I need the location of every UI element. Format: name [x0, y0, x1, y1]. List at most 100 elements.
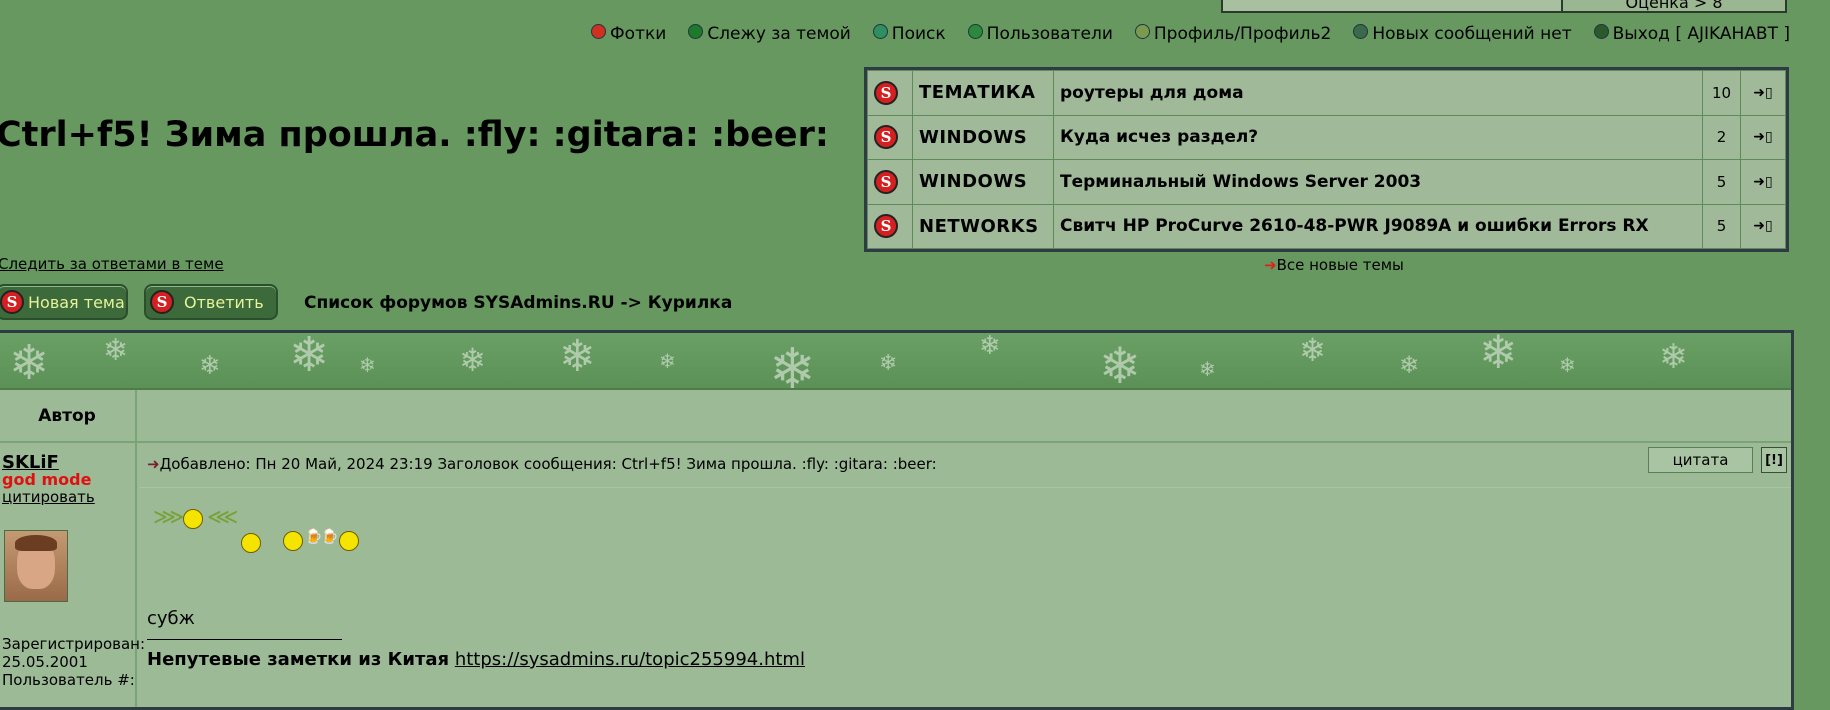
logo-s-icon: S	[874, 214, 898, 239]
snowflake-icon: ❄	[1479, 333, 1518, 379]
top-input-box[interactable]	[1221, 0, 1565, 13]
snowflake-icon: ❄	[1299, 333, 1326, 369]
recent-topics-box: S ТЕМАТИКА роутеры для дома 10 ➜▯ S WIND…	[864, 67, 1789, 252]
nav-users[interactable]: Пользователи	[967, 23, 1113, 44]
watch-topic-link[interactable]: Следить за ответами в теме	[0, 255, 224, 273]
topic-count: 5	[1702, 159, 1741, 205]
topic-category[interactable]: WINDOWS	[912, 159, 1054, 205]
post-panel: ❄ ❄ ❄ ❄ ❄ ❄ ❄ ❄ ❄ ❄ ❄ ❄ ❄ ❄ ❄ ❄ ❄ ❄ Авто…	[0, 330, 1794, 710]
snowflake-icon: ❄	[199, 351, 221, 381]
beer-icon: 🍺	[305, 529, 323, 545]
post-body: ➜Добавлено: Пн 20 Май, 2024 23:19 Заголо…	[139, 443, 1791, 707]
avatar	[4, 530, 68, 602]
reply-button[interactable]: S Ответить	[144, 284, 278, 320]
photos-icon	[591, 23, 607, 39]
users-icon	[967, 23, 983, 39]
goto-new-icon[interactable]: ➜▯	[1740, 203, 1786, 249]
topic-category[interactable]: ТЕМАТИКА	[912, 70, 1054, 116]
all-new-topics-link[interactable]: ➜Все новые темы	[1264, 256, 1404, 274]
snowflake-icon: ❄	[289, 333, 330, 383]
snowflake-icon: ❄	[1099, 337, 1141, 390]
messages-icon	[1353, 23, 1369, 39]
top-nav: Фотки Слежу за темой Поиск Пользователи …	[591, 23, 1790, 44]
topic-count: 5	[1702, 203, 1741, 249]
topic-category[interactable]: WINDOWS	[912, 114, 1054, 160]
beer-icon: 🍺	[321, 529, 339, 545]
new-topic-button[interactable]: S Новая тема	[0, 284, 128, 320]
beer-smiley-icon	[283, 531, 303, 551]
snowflake-icon: ❄	[1659, 337, 1688, 377]
table-row[interactable]: S ТЕМАТИКА роутеры для дома 10 ➜▯	[867, 70, 1786, 116]
gitara-smiley-icon	[241, 533, 261, 553]
topic-category[interactable]: NETWORKS	[912, 203, 1054, 249]
rating-label: Оценка > 8	[1625, 0, 1723, 12]
arrow-icon: ➜	[1264, 256, 1277, 274]
profile-icon	[1134, 23, 1150, 39]
table-header: Автор	[0, 390, 1791, 443]
user-number-label: Пользователь #:	[2, 671, 135, 689]
signature-link[interactable]: https://sysadmins.ru/topic255994.html	[455, 649, 805, 670]
topic-count: 10	[1702, 70, 1741, 116]
nav-search[interactable]: Поиск	[872, 23, 946, 44]
snowflake-icon: ❄	[103, 333, 129, 368]
snowflake-icon: ❄	[1559, 353, 1576, 377]
registered-label: Зарегистрирован:	[2, 635, 146, 653]
goto-new-icon[interactable]: ➜▯	[1740, 70, 1786, 116]
snowflake-icon: ❄	[459, 341, 486, 379]
report-button[interactable]: [!]	[1761, 447, 1787, 473]
nav-profile[interactable]: Профиль/Профиль2	[1134, 23, 1331, 44]
topic-title[interactable]: роутеры для дома	[1053, 70, 1703, 116]
nav-watched[interactable]: Слежу за темой	[688, 23, 851, 44]
snowflake-icon: ❄	[1399, 351, 1420, 379]
rating-box[interactable]: Оценка > 8	[1561, 0, 1787, 13]
logo-s-icon: S	[0, 290, 24, 314]
quote-button[interactable]: цитата	[1648, 447, 1753, 473]
author-header: Автор	[0, 390, 137, 441]
author-rank: god mode	[2, 470, 92, 489]
nav-photos[interactable]: Фотки	[591, 23, 666, 44]
snowflake-icon: ❄	[1199, 357, 1216, 381]
author-column: SKLiF god mode цитировать Зарегистрирова…	[0, 443, 145, 707]
quote-author-link[interactable]: цитировать	[2, 488, 95, 506]
post-meta: ➜Добавлено: Пн 20 Май, 2024 23:19 Заголо…	[147, 455, 937, 473]
snowflake-icon: ❄	[9, 335, 50, 390]
goto-new-icon[interactable]: ➜▯	[1740, 159, 1786, 205]
breadcrumb[interactable]: Список форумов SYSAdmins.RU -> Курилка	[304, 293, 732, 313]
logo-s-icon: S	[874, 169, 898, 194]
post-text: субж	[147, 608, 195, 629]
nav-logout[interactable]: Выход [ AJIKAHABT ]	[1593, 23, 1790, 44]
topic-title[interactable]: Терминальный Windows Server 2003	[1053, 159, 1703, 205]
table-row[interactable]: S WINDOWS Куда исчез раздел? 2 ➜▯	[867, 114, 1786, 160]
registered-date: 25.05.2001	[2, 653, 88, 671]
fly-smiley-icon	[183, 509, 203, 529]
topic-title[interactable]: Куда исчез раздел?	[1053, 114, 1703, 160]
snowflake-icon: ❄	[979, 333, 1001, 361]
clock-icon	[1593, 23, 1609, 39]
snowflake-banner: ❄ ❄ ❄ ❄ ❄ ❄ ❄ ❄ ❄ ❄ ❄ ❄ ❄ ❄ ❄ ❄ ❄ ❄	[0, 333, 1791, 390]
logo-s-icon: S	[874, 125, 898, 150]
nav-messages[interactable]: Новых сообщений нет	[1353, 23, 1572, 44]
fly-smiley-icon: ⋙	[153, 505, 185, 530]
topic-title[interactable]: Свитч HP ProCurve 2610-48-PWR J9089A и о…	[1053, 203, 1703, 249]
watched-icon	[688, 23, 704, 39]
table-row[interactable]: S WINDOWS Терминальный Windows Server 20…	[867, 159, 1786, 205]
snowflake-icon: ❄	[659, 349, 676, 373]
post-arrow-icon: ➜	[147, 455, 160, 473]
topic-count: 2	[1702, 114, 1741, 160]
logo-s-icon: S	[150, 290, 174, 314]
table-row[interactable]: S NETWORKS Свитч HP ProCurve 2610-48-PWR…	[867, 203, 1786, 249]
logo-s-icon: S	[874, 80, 898, 105]
snowflake-icon: ❄	[359, 353, 376, 377]
goto-new-icon[interactable]: ➜▯	[1740, 114, 1786, 160]
beer-smiley-icon	[339, 531, 359, 551]
search-icon	[872, 23, 888, 39]
signature-text: Непутевые заметки из Китая	[147, 649, 450, 670]
snowflake-icon: ❄	[559, 333, 596, 382]
page-title: Ctrl+f5! Зима прошла. :fly: :gitara: :be…	[0, 115, 829, 155]
smilies-row: ⋙ ⋘ 🍺 🍺	[153, 505, 373, 575]
signature: Непутевые заметки из Китая https://sysad…	[147, 649, 805, 670]
fly-wing-icon: ⋘	[207, 505, 239, 530]
signature-divider	[147, 639, 342, 640]
snowflake-icon: ❄	[879, 351, 898, 376]
snowflake-icon: ❄	[769, 337, 816, 390]
